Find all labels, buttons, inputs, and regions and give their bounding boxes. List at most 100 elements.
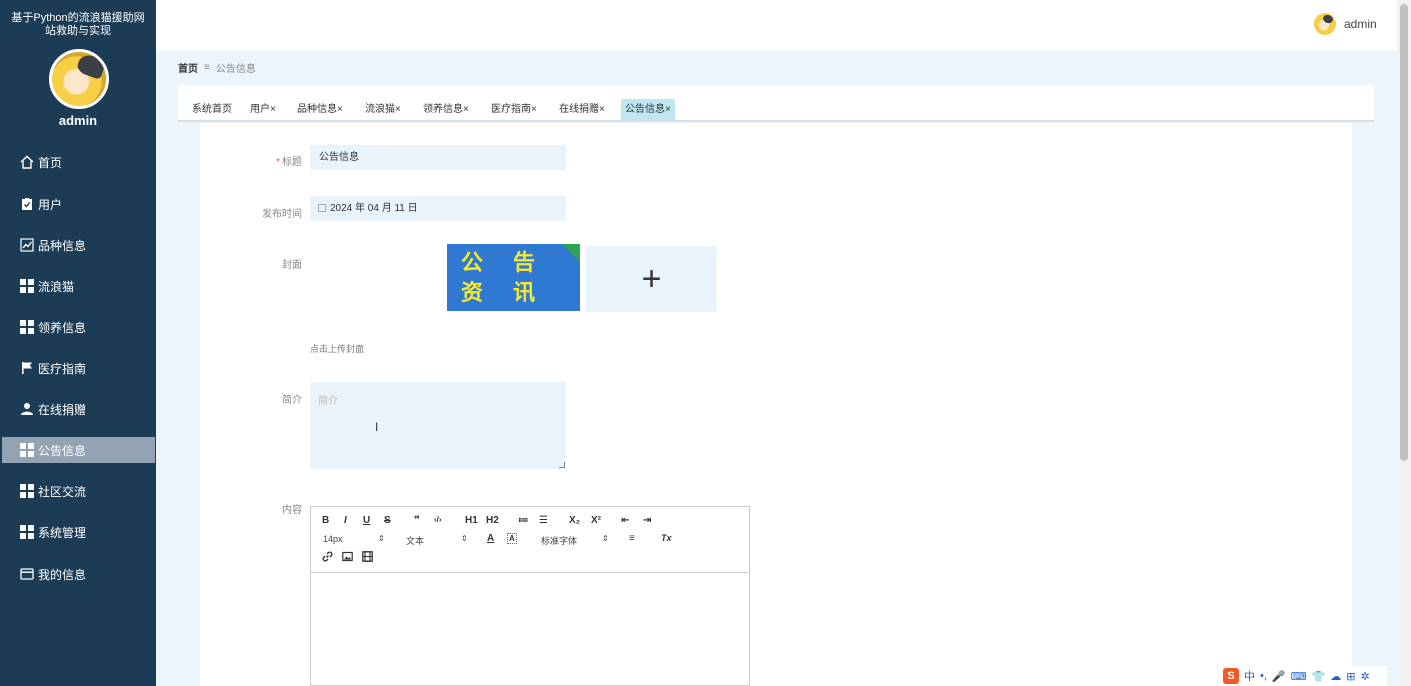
ime-language[interactable]: 中 xyxy=(1244,668,1255,684)
grid-icon xyxy=(20,320,34,334)
scrollbar-thumb[interactable] xyxy=(1400,4,1408,461)
sidebar-item-adoption[interactable]: 领养信息 xyxy=(2,314,155,340)
rich-text-editor[interactable]: B I U S ❞ ‹/› H1 H2 ≔ ☰ X₂ X² ⇤ ⇥ 14px ⇕ … xyxy=(310,506,750,686)
blockquote-button[interactable]: ❞ xyxy=(414,515,420,526)
sidebar-item-label: 领养信息 xyxy=(38,320,87,335)
cover-image-preview[interactable]: 公 告 资 讯 xyxy=(447,244,580,311)
page-scrollbar[interactable] xyxy=(1397,0,1411,686)
upload-hint: 点击上传封面 xyxy=(310,344,365,354)
tab-donation[interactable]: 在线捐赠× xyxy=(555,99,609,120)
cover-label: 封面 xyxy=(282,260,302,271)
sidebar-item-label: 在线捐赠 xyxy=(38,402,87,417)
sidebar-item-label: 医疗指南 xyxy=(38,361,87,376)
breadcrumb-home[interactable]: 首页 xyxy=(178,60,198,75)
sidebar-item-community[interactable]: 社区交流 xyxy=(2,478,155,504)
sidebar-item-medical-guide[interactable]: 医疗指南 xyxy=(2,355,155,381)
ime-grid-icon[interactable]: ⊞ xyxy=(1346,670,1355,683)
font-family-select[interactable]: 标准字体 ⇕ xyxy=(541,534,611,547)
chart-icon xyxy=(20,238,34,252)
resize-handle-icon[interactable] xyxy=(559,462,565,468)
strike-button[interactable]: S xyxy=(384,515,391,526)
clear-format-button[interactable]: Tx xyxy=(661,533,672,543)
align-button[interactable]: ≡ xyxy=(629,533,635,544)
ime-toolbar[interactable]: S 中 •, 🎤 ⌨ 👕 ☁ ⊞ ✲ xyxy=(1221,666,1387,686)
tab-close-icon[interactable]: × xyxy=(665,104,671,115)
sidebar-item-home[interactable]: 首页 xyxy=(2,149,155,175)
breadcrumb-current: 公告信息 xyxy=(215,64,256,75)
font-color-button[interactable]: A xyxy=(487,533,494,544)
breadcrumb-separator: ≡ xyxy=(204,62,210,73)
tab-bar: 系统首页 用户× 品种信息× 流浪猫× 领养信息× 医疗指南× 在线捐赠× 公告… xyxy=(178,85,1374,122)
ime-cloud-icon[interactable]: ☁ xyxy=(1330,670,1341,683)
h1-button[interactable]: H1 xyxy=(465,515,478,526)
ime-punctuation-icon[interactable]: •, xyxy=(1260,670,1267,682)
tab-announcements[interactable]: 公告信息× xyxy=(621,99,675,120)
sidebar-item-stray-cats[interactable]: 流浪猫 xyxy=(2,273,155,299)
intro-textarea[interactable]: 简介 xyxy=(310,382,566,469)
plus-icon: + xyxy=(641,259,662,298)
italic-button[interactable]: I xyxy=(344,515,347,526)
title-input[interactable]: 公告信息 xyxy=(310,145,566,170)
underline-button[interactable]: U xyxy=(363,515,370,526)
ime-settings-icon[interactable]: ✲ xyxy=(1360,670,1369,683)
tab-medical-guide[interactable]: 医疗指南× xyxy=(487,99,541,120)
ime-skin-icon[interactable]: 👕 xyxy=(1312,670,1326,683)
grid-icon xyxy=(20,279,34,293)
grid-icon xyxy=(20,443,34,457)
tab-close-icon[interactable]: × xyxy=(463,104,469,115)
sidebar-item-label: 系统管理 xyxy=(38,525,87,540)
tab-close-icon[interactable]: × xyxy=(599,104,605,115)
tab-close-icon[interactable]: × xyxy=(395,104,401,115)
tab-users[interactable]: 用户× xyxy=(246,99,280,120)
header-username[interactable]: admin xyxy=(1344,17,1377,31)
avatar[interactable] xyxy=(49,49,109,109)
subscript-button[interactable]: X₂ xyxy=(569,515,580,526)
tab-close-icon[interactable]: × xyxy=(531,104,537,115)
intro-placeholder: 简介 xyxy=(318,396,338,407)
font-size-select[interactable]: 14px ⇕ xyxy=(323,534,387,544)
tab-adoption[interactable]: 领养信息× xyxy=(419,99,473,120)
bold-button[interactable]: B xyxy=(322,515,329,526)
sidebar-item-label: 公告信息 xyxy=(38,443,87,458)
sidebar-item-system[interactable]: 系统管理 xyxy=(2,519,155,545)
outdent-button[interactable]: ⇤ xyxy=(621,515,629,526)
link-icon[interactable] xyxy=(322,551,333,565)
ime-mic-icon[interactable]: 🎤 xyxy=(1272,670,1286,683)
tab-system-home[interactable]: 系统首页 xyxy=(188,99,236,120)
indent-button[interactable]: ⇥ xyxy=(643,515,651,526)
sidebar: 基于Python的流浪猫援助网 站救助与实现 admin 首页 用户 品种信息 … xyxy=(0,0,156,686)
sidebar-item-announcements[interactable]: 公告信息 xyxy=(2,437,155,463)
code-block-button[interactable]: ‹/› xyxy=(434,515,442,524)
sidebar-item-my-info[interactable]: 我的信息 xyxy=(2,561,155,587)
header-avatar[interactable] xyxy=(1314,13,1336,35)
h2-button[interactable]: H2 xyxy=(486,515,499,526)
sidebar-admin-name: admin xyxy=(58,113,98,128)
system-title: 基于Python的流浪猫援助网 站救助与实现 xyxy=(11,12,145,37)
superscript-button[interactable]: X² xyxy=(591,515,601,526)
image-icon[interactable] xyxy=(342,551,353,565)
text-type-select[interactable]: 文本 ⇕ xyxy=(406,534,470,547)
sidebar-item-label: 流浪猫 xyxy=(38,279,75,294)
ime-logo-icon[interactable]: S xyxy=(1223,668,1239,684)
sidebar-item-users[interactable]: 用户 xyxy=(2,191,155,217)
ime-keyboard-icon[interactable]: ⌨ xyxy=(1291,670,1307,683)
bullet-list-button[interactable]: ☰ xyxy=(539,515,548,526)
sidebar-item-breeds[interactable]: 品种信息 xyxy=(2,232,155,258)
tab-breeds[interactable]: 品种信息× xyxy=(293,99,347,120)
intro-label: 简介 xyxy=(282,395,302,406)
sidebar-item-label: 首页 xyxy=(38,155,63,170)
grid-icon xyxy=(20,484,34,498)
ordered-list-button[interactable]: ≔ xyxy=(518,515,529,526)
sidebar-item-label: 用户 xyxy=(38,197,63,212)
sidebar-item-donation[interactable]: 在线捐赠 xyxy=(2,396,155,422)
background-color-button[interactable]: A xyxy=(507,533,517,544)
tab-close-icon[interactable]: × xyxy=(270,104,276,115)
tab-close-icon[interactable]: × xyxy=(337,104,343,115)
clipboard-icon xyxy=(20,197,34,211)
home-icon xyxy=(20,155,34,169)
tab-stray-cats[interactable]: 流浪猫× xyxy=(361,99,405,120)
date-picker[interactable]: 2024 年 04 月 11 日 xyxy=(310,196,566,221)
upload-cover-button[interactable]: + xyxy=(586,246,717,312)
top-header: admin xyxy=(156,0,1397,50)
video-icon[interactable] xyxy=(362,551,373,565)
